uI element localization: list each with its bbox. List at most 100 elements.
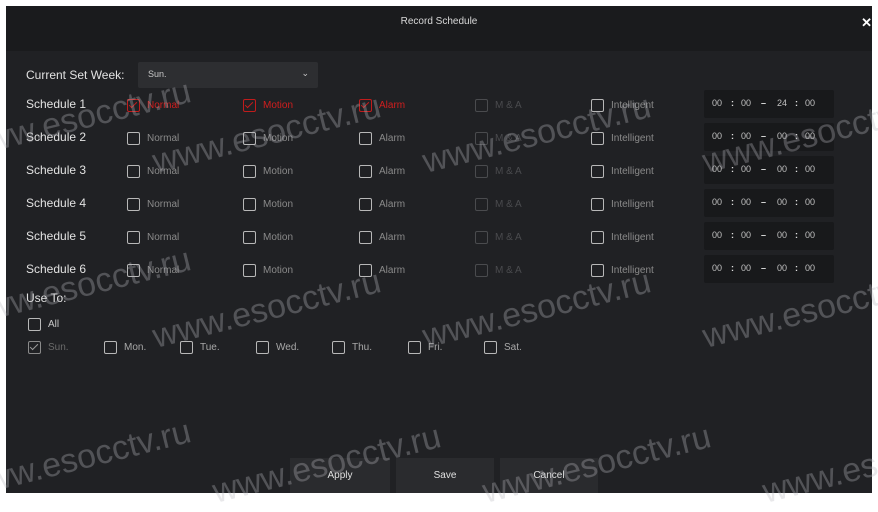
time-range-input[interactable]: 00 : 00 – 00 : 00 bbox=[704, 222, 834, 250]
time-separator: : bbox=[795, 98, 798, 108]
checkbox-box bbox=[359, 165, 372, 178]
use-to-all-label: All bbox=[48, 319, 60, 330]
end-minute[interactable]: 00 bbox=[805, 98, 815, 108]
close-icon[interactable]: ✕ bbox=[861, 16, 872, 29]
time-range-input[interactable]: 00 : 00 – 00 : 00 bbox=[704, 123, 834, 151]
time-separator: : bbox=[731, 230, 734, 240]
week-day-select-value: Sun. bbox=[148, 69, 167, 79]
cancel-button[interactable]: Cancel bbox=[500, 458, 598, 493]
start-hour[interactable]: 00 bbox=[712, 164, 722, 174]
checkbox-box bbox=[332, 341, 345, 354]
time-separator: : bbox=[731, 263, 734, 273]
time-range-input[interactable]: 00 : 00 – 00 : 00 bbox=[704, 255, 834, 283]
end-minute[interactable]: 00 bbox=[805, 131, 815, 141]
time-separator: : bbox=[731, 98, 734, 108]
alarm-label: Alarm bbox=[379, 100, 406, 111]
time-separator: : bbox=[795, 164, 798, 174]
schedule-name: Schedule 1 bbox=[26, 97, 87, 111]
time-dash: – bbox=[761, 98, 767, 108]
start-minute[interactable]: 00 bbox=[741, 98, 751, 108]
end-hour[interactable]: 00 bbox=[777, 263, 787, 273]
checkbox-box bbox=[591, 132, 604, 145]
m-and-a-label: M & A bbox=[495, 199, 522, 210]
start-hour[interactable]: 00 bbox=[712, 131, 722, 141]
end-minute[interactable]: 00 bbox=[805, 164, 815, 174]
alarm-label: Alarm bbox=[379, 133, 406, 144]
time-range-input[interactable]: 00 : 00 – 00 : 00 bbox=[704, 156, 834, 184]
checkbox-box bbox=[28, 318, 41, 331]
checkbox-box bbox=[475, 198, 488, 211]
motion-label: Motion bbox=[263, 100, 294, 111]
end-hour[interactable]: 24 bbox=[777, 98, 787, 108]
checkbox-box bbox=[359, 231, 372, 244]
checkbox-box bbox=[243, 165, 256, 178]
checkbox-box bbox=[475, 132, 488, 145]
end-minute[interactable]: 00 bbox=[805, 197, 815, 207]
normal-label: Normal bbox=[147, 100, 180, 111]
start-minute[interactable]: 00 bbox=[741, 263, 751, 273]
start-hour[interactable]: 00 bbox=[712, 98, 722, 108]
checkbox-box bbox=[127, 231, 140, 244]
apply-button[interactable]: Apply bbox=[290, 458, 390, 493]
time-separator: : bbox=[795, 263, 798, 273]
time-separator: : bbox=[731, 197, 734, 207]
schedule-name: Schedule 5 bbox=[26, 229, 87, 243]
end-hour[interactable]: 00 bbox=[777, 230, 787, 240]
checkbox-box bbox=[28, 341, 41, 354]
schedule-row: Schedule 3 Normal Motion Alarm M & A Int… bbox=[6, 156, 872, 185]
day-label: Tue. bbox=[200, 342, 220, 353]
m-and-a-label: M & A bbox=[495, 265, 522, 276]
start-hour[interactable]: 00 bbox=[712, 263, 722, 273]
checkbox-box bbox=[359, 198, 372, 211]
alarm-label: Alarm bbox=[379, 166, 406, 177]
end-hour[interactable]: 00 bbox=[777, 131, 787, 141]
time-dash: – bbox=[761, 230, 767, 240]
checkbox-box bbox=[484, 341, 497, 354]
m-and-a-label: M & A bbox=[495, 232, 522, 243]
current-set-week-label: Current Set Week: bbox=[26, 68, 125, 82]
time-range-input[interactable]: 00 : 00 – 00 : 00 bbox=[704, 189, 834, 217]
checkbox-box bbox=[104, 341, 117, 354]
time-dash: – bbox=[761, 131, 767, 141]
normal-label: Normal bbox=[147, 199, 180, 210]
time-dash: – bbox=[761, 197, 767, 207]
schedule-name: Schedule 6 bbox=[26, 262, 87, 276]
intelligent-label: Intelligent bbox=[611, 199, 654, 210]
checkbox-box bbox=[591, 231, 604, 244]
start-hour[interactable]: 00 bbox=[712, 197, 722, 207]
end-minute[interactable]: 00 bbox=[805, 263, 815, 273]
checkbox-box bbox=[591, 198, 604, 211]
end-hour[interactable]: 00 bbox=[777, 197, 787, 207]
motion-label: Motion bbox=[263, 265, 294, 276]
day-label: Fri. bbox=[428, 342, 443, 353]
normal-label: Normal bbox=[147, 133, 180, 144]
checkbox-box bbox=[127, 132, 140, 145]
checkbox-box bbox=[127, 165, 140, 178]
intelligent-label: Intelligent bbox=[611, 166, 654, 177]
checkbox-box bbox=[243, 198, 256, 211]
start-minute[interactable]: 00 bbox=[741, 197, 751, 207]
schedule-row: Schedule 2 Normal Motion Alarm M & A Int… bbox=[6, 123, 872, 152]
alarm-label: Alarm bbox=[379, 199, 406, 210]
start-minute[interactable]: 00 bbox=[741, 164, 751, 174]
use-to-label: Use To: bbox=[26, 291, 67, 305]
intelligent-label: Intelligent bbox=[611, 100, 654, 111]
motion-label: Motion bbox=[263, 133, 294, 144]
checkbox-box bbox=[127, 99, 140, 112]
time-separator: : bbox=[731, 131, 734, 141]
normal-label: Normal bbox=[147, 265, 180, 276]
start-minute[interactable]: 00 bbox=[741, 230, 751, 240]
checkbox-box bbox=[256, 341, 269, 354]
checkbox-box bbox=[475, 231, 488, 244]
time-range-input[interactable]: 00 : 00 – 24 : 00 bbox=[704, 90, 834, 118]
start-hour[interactable]: 00 bbox=[712, 230, 722, 240]
save-button[interactable]: Save bbox=[396, 458, 494, 493]
end-minute[interactable]: 00 bbox=[805, 230, 815, 240]
start-minute[interactable]: 00 bbox=[741, 131, 751, 141]
schedule-row: Schedule 4 Normal Motion Alarm M & A Int… bbox=[6, 189, 872, 218]
title-bar: Record Schedule ✕ bbox=[6, 6, 872, 51]
week-day-select[interactable]: Sun. ⌄ bbox=[138, 62, 318, 88]
time-dash: – bbox=[761, 263, 767, 273]
end-hour[interactable]: 00 bbox=[777, 164, 787, 174]
normal-label: Normal bbox=[147, 166, 180, 177]
